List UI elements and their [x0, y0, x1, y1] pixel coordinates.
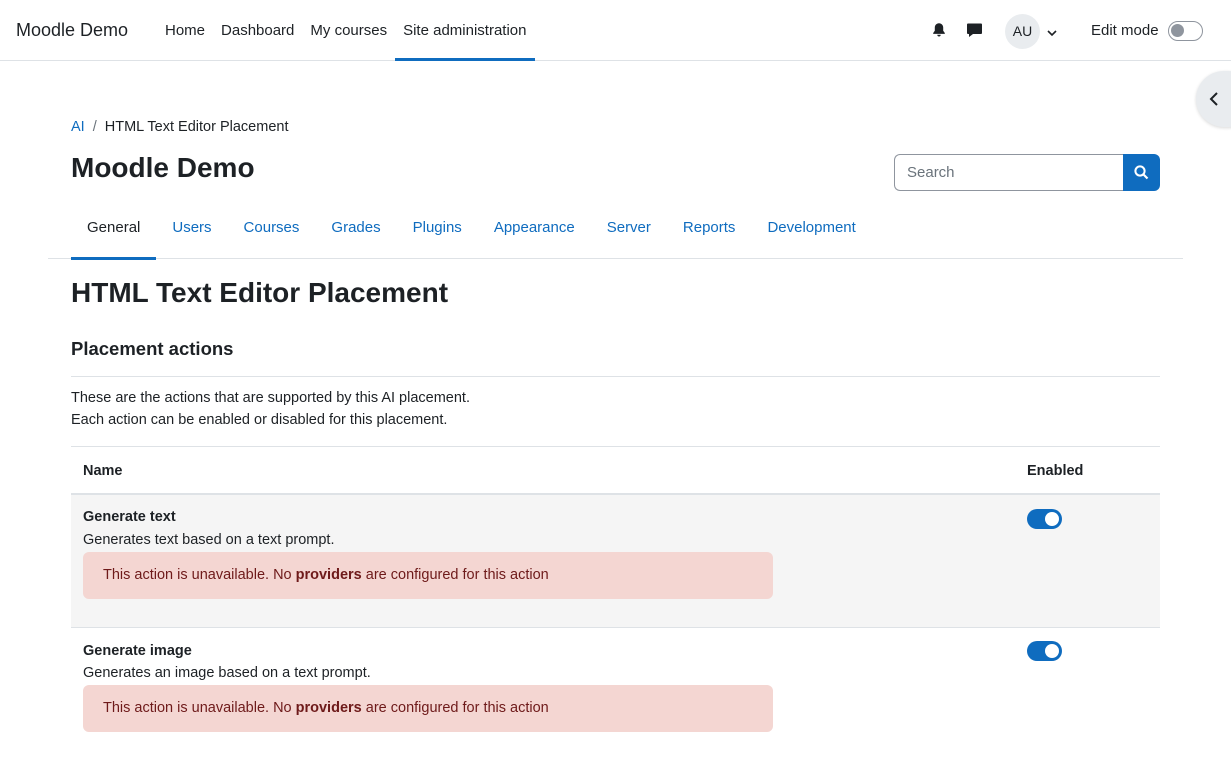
breadcrumb-separator: /	[92, 119, 97, 135]
search-input[interactable]	[894, 154, 1124, 191]
search-button[interactable]	[1123, 154, 1160, 191]
unavailable-alert: This action is unavailable. No providers…	[83, 552, 773, 599]
chevron-down-icon[interactable]	[1046, 25, 1058, 37]
nav-site-administration[interactable]: Site administration	[395, 0, 535, 61]
nav-my-courses[interactable]: My courses	[302, 0, 395, 60]
site-brand[interactable]: Moodle Demo	[16, 20, 128, 41]
nav-dashboard[interactable]: Dashboard	[213, 0, 302, 60]
search-icon	[1134, 165, 1149, 180]
alert-text: This action is unavailable. No	[103, 700, 296, 716]
nav-home[interactable]: Home	[157, 0, 213, 60]
section-heading: Placement actions	[71, 338, 234, 359]
action-name: Generate image	[83, 643, 192, 659]
action-description: Generates an image based on a text promp…	[83, 665, 371, 681]
tab-server[interactable]: Server	[591, 204, 667, 259]
divider	[71, 376, 1160, 377]
description-line: Each action can be enabled or disabled f…	[71, 412, 448, 428]
breadcrumb: AI / HTML Text Editor Placement	[71, 119, 288, 135]
alert-text: This action is unavailable. No	[103, 567, 296, 583]
enabled-toggle[interactable]	[1027, 641, 1062, 661]
bell-icon[interactable]	[931, 22, 947, 38]
unavailable-alert: This action is unavailable. No providers…	[83, 685, 773, 732]
alert-text: are configured for this action	[361, 700, 549, 716]
alert-text: are configured for this action	[361, 567, 549, 583]
enabled-toggle[interactable]	[1027, 509, 1062, 529]
breadcrumb-current: HTML Text Editor Placement	[104, 119, 289, 135]
description-line: These are the actions that are supported…	[71, 390, 470, 406]
action-name: Generate text	[83, 509, 176, 525]
tab-general[interactable]: General	[71, 204, 157, 260]
column-header-enabled: Enabled	[1027, 463, 1084, 479]
action-description: Generates text based on a text prompt.	[83, 532, 335, 548]
chat-icon[interactable]	[966, 22, 983, 38]
tab-reports[interactable]: Reports	[667, 204, 752, 259]
toggle-knob	[1045, 512, 1059, 526]
avatar[interactable]: AU	[1005, 14, 1040, 49]
tab-courses[interactable]: Courses	[228, 204, 316, 259]
column-header-name: Name	[83, 463, 123, 479]
admin-secondary-navigation: General Users Courses Grades Plugins App…	[48, 204, 1183, 260]
tab-users[interactable]: Users	[156, 204, 227, 259]
open-block-drawer-button[interactable]	[1196, 71, 1231, 127]
tab-development[interactable]: Development	[751, 204, 871, 259]
section-description: These are the actions that are supported…	[71, 387, 470, 431]
tab-plugins[interactable]: Plugins	[397, 204, 478, 259]
toggle-knob	[1045, 644, 1059, 658]
placement-actions-table: Name Enabled Generate text Generates tex…	[71, 446, 1160, 759]
table-row: Generate text Generates text based on a …	[71, 495, 1160, 628]
top-navbar: Moodle Demo Home Dashboard My courses Si…	[0, 0, 1231, 61]
edit-mode-label: Edit mode	[1091, 22, 1159, 39]
alert-emphasis: providers	[295, 700, 362, 716]
chevron-left-icon	[1209, 92, 1218, 106]
page-header: Moodle Demo	[71, 152, 255, 183]
settings-search	[894, 154, 1160, 191]
breadcrumb-ai[interactable]: AI	[71, 119, 85, 135]
tab-grades[interactable]: Grades	[315, 204, 396, 259]
toggle-knob	[1171, 24, 1184, 37]
edit-mode-toggle[interactable]	[1168, 21, 1203, 41]
table-header: Name Enabled	[71, 446, 1160, 495]
table-row: Generate image Generates an image based …	[71, 628, 1160, 759]
primary-navigation: Home Dashboard My courses Site administr…	[157, 0, 535, 61]
alert-emphasis: providers	[295, 567, 362, 583]
tab-appearance[interactable]: Appearance	[478, 204, 591, 259]
main-heading: HTML Text Editor Placement	[71, 277, 449, 308]
